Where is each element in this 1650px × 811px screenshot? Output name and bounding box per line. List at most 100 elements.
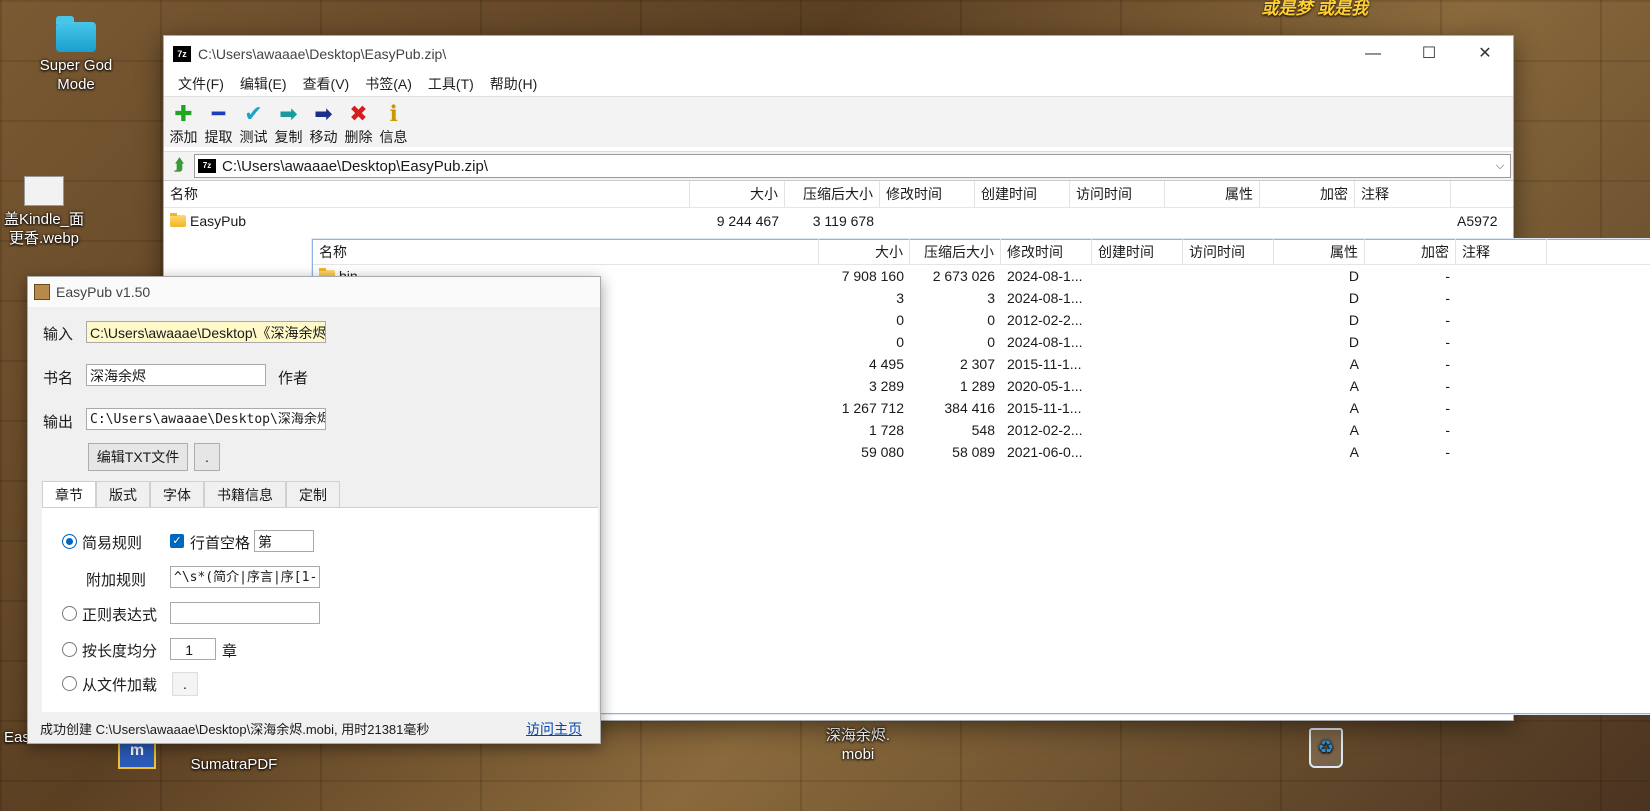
book-title-field[interactable]: 深海余烬: [86, 364, 266, 386]
col-packed[interactable]: 压缩后大小: [785, 181, 880, 207]
author-label: 作者: [278, 370, 309, 387]
by-length-label: 按长度均分: [82, 643, 158, 660]
info-icon: ℹ: [389, 101, 398, 126]
cell-modified: 2012-02-2...: [1007, 312, 1083, 328]
address-field[interactable]: 7z C:\Users\awaaae\Desktop\EasyPub.zip\ …: [194, 154, 1511, 178]
cell-attr: A: [1349, 422, 1359, 438]
menu-bookmarks[interactable]: 书签(A): [357, 74, 420, 94]
col-modified[interactable]: 修改时间: [1001, 239, 1092, 265]
cell-packed: 58 089: [952, 444, 995, 460]
toolbar-button-1[interactable]: ━ 提取: [201, 97, 236, 147]
menu-edit[interactable]: 编辑(E): [232, 74, 295, 94]
menu-view[interactable]: 查看(V): [295, 74, 358, 94]
desktop-icon-kindle-webp[interactable]: 盖Kindle_面 更香.webp: [0, 176, 88, 248]
cell-modified: 2020-05-1...: [1007, 378, 1083, 394]
title-bar[interactable]: EasyPub v1.50: [28, 277, 600, 307]
7zip-app-icon: 7z: [198, 159, 216, 173]
cell-attr: A: [1349, 378, 1359, 394]
menu-file[interactable]: 文件(F): [170, 74, 232, 94]
toolbar-button-2[interactable]: ✔ 测试: [236, 97, 271, 147]
tab-layout[interactable]: 版式: [96, 481, 150, 508]
output-path-field[interactable]: C:\Users\awaaae\Desktop\深海余烬: [86, 408, 326, 430]
line-indent-checkbox[interactable]: ✓: [170, 534, 184, 548]
desktop-banner-text: 或是梦 或是我: [1261, 0, 1368, 18]
toolbar-button-4[interactable]: ➡ 移动: [306, 97, 341, 147]
maximize-button[interactable]: ☐: [1401, 36, 1457, 72]
col-attributes[interactable]: 属性: [1165, 181, 1260, 207]
toolbar-button-6[interactable]: ℹ 信息: [376, 97, 411, 147]
col-comment[interactable]: 注释: [1355, 181, 1451, 207]
window-title: EasyPub v1.50: [56, 284, 151, 300]
col-created[interactable]: 创建时间: [975, 181, 1070, 207]
extra-rule-label: 附加规则: [86, 572, 147, 589]
minimize-button[interactable]: —: [1345, 36, 1401, 72]
by-length-radio[interactable]: [62, 642, 77, 657]
length-stepper[interactable]: 1: [170, 638, 216, 660]
tab-custom[interactable]: 定制: [286, 481, 340, 508]
toolbar-button-3[interactable]: ➡ 复制: [271, 97, 306, 147]
regex-radio[interactable]: [62, 606, 77, 621]
address-path: C:\Users\awaaae\Desktop\EasyPub.zip\: [222, 157, 488, 175]
col-accessed[interactable]: 访问时间: [1183, 239, 1274, 265]
cell-packed: 1 289: [959, 378, 995, 394]
cell-enc: -: [1445, 378, 1450, 394]
desktop-icon-label: Super God Mode: [39, 57, 113, 93]
cell-packed: 2 673 026: [932, 268, 995, 284]
col-name[interactable]: 名称: [164, 181, 690, 207]
chapter-prefix-select[interactable]: 第: [254, 530, 314, 552]
cell-size: 0: [896, 334, 904, 350]
desktop-icon-super-god-mode[interactable]: Super God Mode: [30, 16, 122, 94]
cell-enc: -: [1445, 268, 1450, 284]
desktop-icon-mobi-file[interactable]: 深海余烬. mobi: [812, 726, 904, 764]
toolbar-button-0[interactable]: ✚ 添加: [166, 97, 201, 147]
desktop-icon-sumatrapdf[interactable]: SumatraPDF: [182, 755, 286, 774]
move-arrow-icon: ➡: [314, 101, 333, 126]
input-path-field[interactable]: C:\Users\awaaae\Desktop\《深海余烬: [86, 321, 326, 343]
folder-icon: [170, 213, 186, 227]
col-created[interactable]: 创建时间: [1092, 239, 1183, 265]
menu-help[interactable]: 帮助(H): [482, 74, 545, 94]
toolbar-button-5[interactable]: ✖ 删除: [341, 97, 376, 147]
cell-enc: -: [1445, 422, 1450, 438]
cell-modified: 2021-06-0...: [1007, 444, 1083, 460]
title-bar[interactable]: 7z C:\Users\awaaae\Desktop\EasyPub.zip\ …: [164, 36, 1513, 72]
tab-chapters[interactable]: 章节: [42, 481, 96, 508]
cell-enc: -: [1445, 334, 1450, 350]
edit-txt-button[interactable]: 编辑TXT文件: [88, 443, 188, 471]
from-file-radio[interactable]: [62, 676, 77, 691]
up-folder-icon[interactable]: ⮭: [164, 157, 194, 175]
col-comment[interactable]: 注释: [1456, 239, 1547, 265]
toolbar-button-label: 添加: [169, 129, 198, 145]
col-encrypted[interactable]: 加密: [1260, 181, 1355, 207]
chevron-down-icon[interactable]: ⌵: [1490, 160, 1510, 173]
col-modified[interactable]: 修改时间: [880, 181, 975, 207]
close-button[interactable]: ✕: [1457, 36, 1513, 72]
input-label: 输入: [43, 326, 74, 343]
extra-rule-field[interactable]: ^\s*(简介|序言|序[1-: [170, 566, 320, 588]
check-icon: ✔: [244, 101, 263, 126]
col-encrypted[interactable]: 加密: [1365, 239, 1456, 265]
regex-field[interactable]: [170, 602, 320, 624]
simple-rule-radio[interactable]: [62, 534, 77, 549]
browse-button[interactable]: .: [172, 672, 198, 696]
col-name[interactable]: 名称: [313, 239, 819, 265]
col-size[interactable]: 大小: [690, 181, 785, 207]
more-button[interactable]: .: [194, 443, 220, 471]
output-label: 输出: [43, 414, 74, 431]
cell-modified: 2024-08-1...: [1007, 290, 1083, 306]
toolbar: ✚ 添加 ━ 提取 ✔ 测试 ➡ 复制 ➡ 移动 ✖ 删除 ℹ 信息: [164, 96, 1513, 147]
tab-font[interactable]: 字体: [150, 481, 204, 508]
table-row[interactable]: EasyPub 9 244 467 3 119 678 A5972: [164, 208, 1513, 234]
col-attributes[interactable]: 属性: [1274, 239, 1365, 265]
desktop-icon-recycle-bin[interactable]: ♻: [1306, 728, 1346, 772]
menu-tools[interactable]: 工具(T): [420, 74, 482, 94]
cell-attr: A: [1349, 356, 1359, 372]
col-accessed[interactable]: 访问时间: [1070, 181, 1165, 207]
col-packed[interactable]: 压缩后大小: [910, 239, 1001, 265]
tab-book-info[interactable]: 书籍信息: [204, 481, 286, 508]
col-size[interactable]: 大小: [819, 239, 910, 265]
outer-column-header: 名称 大小 压缩后大小 修改时间 创建时间 访问时间 属性 加密 注释: [164, 181, 1513, 208]
cell-size: 0: [896, 312, 904, 328]
cell-packed: 3: [987, 290, 995, 306]
homepage-link[interactable]: 访问主页: [526, 719, 582, 739]
